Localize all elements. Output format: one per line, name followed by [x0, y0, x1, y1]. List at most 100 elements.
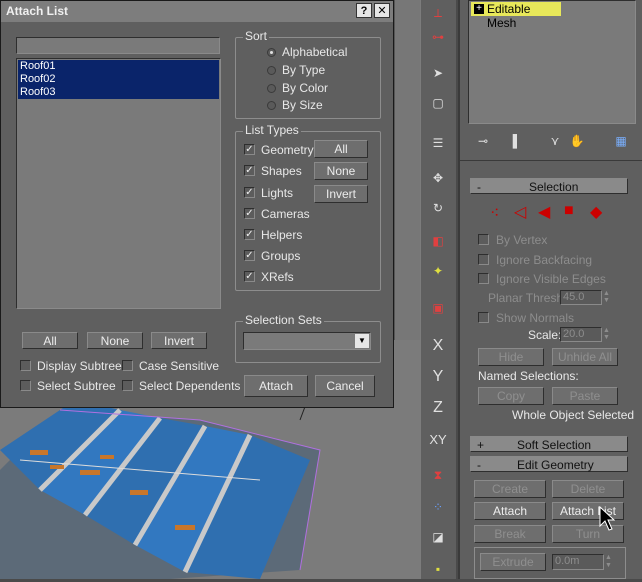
- rotate-icon[interactable]: ↻: [425, 195, 451, 221]
- display-subtree-checkbox[interactable]: [20, 360, 31, 371]
- cancel-button[interactable]: Cancel: [315, 375, 375, 397]
- pin-stack-icon[interactable]: ⊸: [470, 128, 496, 154]
- paste-button[interactable]: Paste: [552, 387, 618, 405]
- edit-geometry-rollout-header[interactable]: - Edit Geometry: [470, 456, 628, 472]
- list-types-all-button[interactable]: All: [314, 140, 368, 158]
- remove-modifier-icon[interactable]: ✋: [564, 128, 590, 154]
- sort-by-size-label: By Size: [282, 98, 323, 112]
- selection-rollout-header[interactable]: - Selection: [470, 178, 628, 194]
- region-select-icon[interactable]: ▢: [425, 90, 451, 116]
- bottom-none-button[interactable]: None: [87, 332, 143, 349]
- groups-checkbox[interactable]: ✓: [244, 250, 255, 261]
- select-dependents-checkbox[interactable]: [122, 380, 133, 391]
- bottom-all-button[interactable]: All: [22, 332, 78, 349]
- object-list[interactable]: Roof01 Roof02 Roof03: [16, 58, 221, 309]
- helpers-label: Helpers: [261, 228, 303, 242]
- groups-label: Groups: [261, 249, 301, 263]
- bottom-invert-button[interactable]: Invert: [151, 332, 207, 349]
- xrefs-label: XRefs: [261, 270, 294, 284]
- xrefs-checkbox[interactable]: ✓: [244, 271, 255, 282]
- unhide-all-button[interactable]: Unhide All: [552, 348, 618, 366]
- lights-label: Lights: [261, 186, 294, 200]
- show-normals-checkbox[interactable]: [478, 312, 489, 323]
- list-types-none-button[interactable]: None: [314, 162, 368, 180]
- selection-sets-dropdown[interactable]: ▼: [243, 332, 371, 350]
- helpers-checkbox[interactable]: ✓: [244, 229, 255, 240]
- sort-by-color-label: By Color: [282, 81, 329, 95]
- list-item[interactable]: Roof01: [18, 60, 219, 73]
- axis-z-button[interactable]: Z: [425, 395, 451, 421]
- help-button[interactable]: ?: [356, 3, 372, 18]
- link-icon[interactable]: ⟂: [425, 0, 451, 26]
- unlink-icon[interactable]: ⊶: [425, 24, 451, 50]
- snap-icon[interactable]: ✦: [425, 258, 451, 284]
- array-icon[interactable]: ⁘: [425, 494, 451, 520]
- material-icon[interactable]: ▪: [425, 556, 451, 582]
- select-by-name-icon[interactable]: ☰: [425, 130, 451, 156]
- configure-sets-icon[interactable]: ▦: [608, 128, 634, 154]
- sort-by-type-radio[interactable]: [267, 66, 276, 75]
- scale-label: Scale:: [528, 328, 562, 342]
- edge-icon[interactable]: ◁: [514, 202, 526, 222]
- list-item[interactable]: Roof02: [18, 73, 219, 86]
- modifier-stack-list[interactable]: + Editable Mesh: [468, 0, 636, 124]
- attach-button[interactable]: Attach: [474, 502, 546, 520]
- axis-x-button[interactable]: X: [425, 333, 451, 359]
- cameras-checkbox[interactable]: ✓: [244, 208, 255, 219]
- attach-dialog-button[interactable]: Attach: [244, 375, 308, 397]
- scale-input[interactable]: 20.0: [560, 327, 602, 342]
- sort-by-color-radio[interactable]: [267, 84, 276, 93]
- mirror-snap-icon[interactable]: ▣: [425, 295, 451, 321]
- planar-thresh-spinner[interactable]: ▲ ▼: [603, 290, 611, 305]
- subobject-level-bar: ⁖ ◁ ◀ ■ ◆: [480, 200, 620, 226]
- chevron-down-icon[interactable]: ▼: [355, 334, 369, 348]
- move-icon[interactable]: ✥: [425, 165, 451, 191]
- close-button[interactable]: ✕: [374, 3, 390, 18]
- lights-checkbox[interactable]: ✓: [244, 187, 255, 198]
- axis-xy-button[interactable]: XY: [425, 426, 451, 452]
- shapes-checkbox[interactable]: ✓: [244, 165, 255, 176]
- geometry-label: Geometry: [261, 143, 314, 157]
- sort-by-size-radio[interactable]: [267, 101, 276, 110]
- select-subtree-checkbox[interactable]: [20, 380, 31, 391]
- list-item[interactable]: Roof03: [18, 86, 219, 99]
- polygon-icon[interactable]: ■: [564, 202, 574, 220]
- sort-alphabetical-radio[interactable]: [267, 48, 276, 57]
- ignore-backfacing-checkbox[interactable]: [478, 254, 489, 265]
- dialog-titlebar[interactable]: Attach List ? ✕: [1, 1, 393, 22]
- filter-input[interactable]: [16, 37, 220, 54]
- planar-thresh-input[interactable]: 45.0: [560, 290, 602, 305]
- scale-spinner[interactable]: ▲ ▼: [603, 327, 611, 342]
- ignore-visible-edges-checkbox[interactable]: [478, 273, 489, 284]
- extrude-input[interactable]: 0.0m: [552, 554, 604, 570]
- hide-button[interactable]: Hide: [478, 348, 544, 366]
- soft-selection-rollout-header[interactable]: + Soft Selection: [470, 436, 628, 452]
- extrude-button[interactable]: Extrude: [480, 553, 546, 571]
- break-button[interactable]: Break: [474, 525, 546, 543]
- stack-expand-icon[interactable]: +: [474, 4, 484, 14]
- extrude-spinner[interactable]: ▲ ▼: [605, 554, 613, 570]
- by-vertex-checkbox[interactable]: [478, 234, 489, 245]
- axis-y-button[interactable]: Y: [425, 364, 451, 390]
- show-end-result-icon[interactable]: ▌: [504, 128, 530, 154]
- eraser-icon[interactable]: ◪: [425, 524, 451, 550]
- list-types-invert-button[interactable]: Invert: [314, 185, 368, 203]
- vertex-icon[interactable]: ⁖: [490, 203, 499, 223]
- case-sensitive-label: Case Sensitive: [139, 359, 220, 373]
- scale-icon[interactable]: ◧: [425, 228, 451, 254]
- by-vertex-label: By Vertex: [496, 233, 548, 247]
- geometry-checkbox[interactable]: ✓: [244, 144, 255, 155]
- face-icon[interactable]: ◀: [538, 202, 550, 222]
- element-icon[interactable]: ◆: [590, 202, 602, 222]
- display-subtree-label: Display Subtree: [37, 359, 122, 373]
- selection-status: Whole Object Selected: [512, 408, 635, 422]
- named-selections-label: Named Selections:: [478, 369, 579, 383]
- case-sensitive-checkbox[interactable]: [122, 360, 133, 371]
- delete-button[interactable]: Delete: [552, 480, 624, 498]
- copy-button[interactable]: Copy: [478, 387, 544, 405]
- create-button[interactable]: Create: [474, 480, 546, 498]
- list-types-group-title: List Types: [243, 123, 301, 137]
- select-arrow-icon[interactable]: ➤: [425, 60, 451, 86]
- mirror-icon[interactable]: ⧗: [425, 462, 451, 488]
- stack-item-editable-mesh[interactable]: + Editable Mesh: [471, 2, 561, 30]
